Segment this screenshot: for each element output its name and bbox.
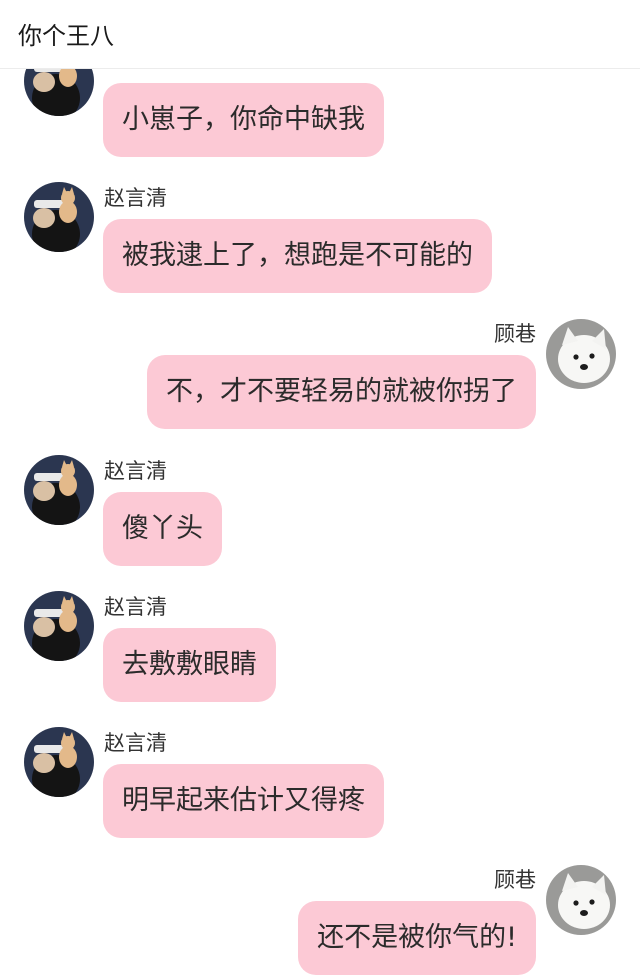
- kitten-on-head-avatar-icon[interactable]: [24, 727, 94, 797]
- sender-name: 赵言清: [104, 595, 167, 619]
- white-puppy-avatar-icon[interactable]: [546, 319, 616, 389]
- sender-name: 赵言清: [104, 186, 167, 210]
- message-bubble[interactable]: 去敷敷眼睛: [103, 628, 276, 702]
- message-bubble[interactable]: 被我逮上了，想跑是不可能的: [103, 219, 492, 293]
- message-bubble[interactable]: 明早起来估计又得疼: [103, 764, 384, 838]
- chat-title: 你个王八: [18, 22, 114, 50]
- message-bubble[interactable]: 傻丫头: [103, 492, 222, 566]
- kitten-on-head-avatar-icon[interactable]: [24, 455, 94, 525]
- white-puppy-avatar-icon[interactable]: [546, 865, 616, 935]
- message-bubble[interactable]: 小崽子，你命中缺我: [103, 83, 384, 157]
- message-bubble[interactable]: 不，才不要轻易的就被你拐了: [147, 355, 536, 429]
- sender-name: 赵言清: [104, 731, 167, 755]
- sender-name: 顾巷: [494, 868, 536, 892]
- kitten-on-head-avatar-icon[interactable]: [24, 591, 94, 661]
- sender-name: 顾巷: [494, 322, 536, 346]
- sender-name: 赵言清: [104, 459, 167, 483]
- message-bubble[interactable]: 还不是被你气的!: [298, 901, 536, 975]
- chat-header: 你个王八: [0, 0, 640, 69]
- kitten-on-head-avatar-icon[interactable]: [24, 182, 94, 252]
- chat-list[interactable]: 小崽子，你命中缺我 赵言清 被我逮上了，想跑是不可能的 顾巷 不，才不要轻易的就…: [0, 0, 640, 975]
